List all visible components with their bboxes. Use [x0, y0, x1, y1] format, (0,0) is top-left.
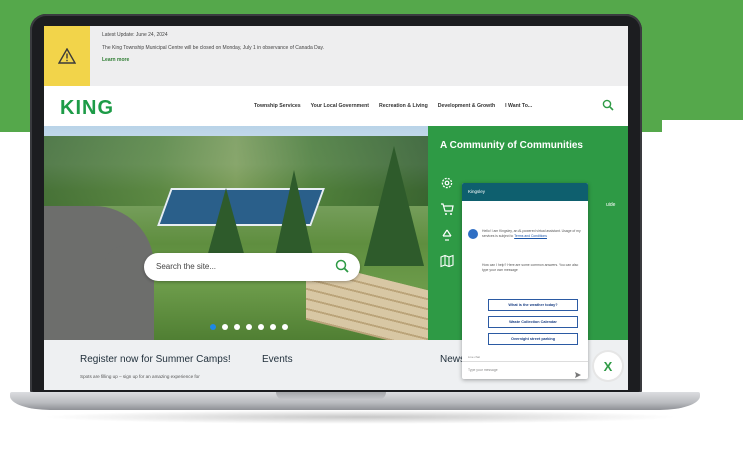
chat-intro-message: Hello! I am Kingsley, an AI-powered virt…: [482, 229, 582, 239]
site-search-button[interactable]: [334, 258, 350, 279]
events-title[interactable]: Events: [262, 354, 293, 365]
main-nav: KING Township Services Your Local Govern…: [44, 86, 628, 126]
recycle-icon[interactable]: [440, 228, 454, 242]
nav-link-township-services[interactable]: Township Services: [254, 103, 301, 109]
site-search-placeholder: Search the site...: [156, 262, 217, 271]
carousel-dot[interactable]: [282, 324, 288, 330]
carousel-dot[interactable]: [258, 324, 264, 330]
cart-icon[interactable]: [440, 202, 454, 216]
chat-input[interactable]: Type your message: [462, 361, 588, 379]
laptop-screen: Latest Update: June 24, 2024 The King To…: [44, 26, 628, 390]
alert-message: The King Township Municipal Centre will …: [102, 44, 325, 51]
carousel-dot[interactable]: [246, 324, 252, 330]
chat-powered-label: Live chat: [468, 355, 481, 359]
chat-bot-avatar: [468, 229, 478, 239]
carousel-dot[interactable]: [234, 324, 240, 330]
carousel-dot[interactable]: [210, 324, 216, 330]
search-icon: [602, 99, 614, 111]
warning-icon: [58, 48, 76, 64]
community-panel-title: A Community of Communities: [440, 140, 583, 151]
chat-close-button[interactable]: X: [594, 352, 622, 380]
site-search-box[interactable]: Search the site...: [144, 253, 360, 281]
carousel-dot[interactable]: [270, 324, 276, 330]
laptop-notch: [276, 392, 386, 400]
alert-date: Latest Update: June 24, 2024: [102, 32, 168, 38]
chat-terms-link[interactable]: Terms and Conditions: [514, 234, 547, 238]
chat-input-placeholder: Type your message: [468, 368, 498, 372]
summer-camps-title[interactable]: Register now for Summer Camps!: [80, 354, 231, 365]
hero-pine-tree: [364, 146, 424, 266]
map-icon[interactable]: [440, 254, 454, 268]
nav-links: Township Services Your Local Government …: [254, 103, 532, 109]
chat-quick-reply-waste-calendar[interactable]: Waste Collection Calendar: [488, 316, 578, 328]
search-icon: [335, 259, 349, 273]
alert-learn-more-link[interactable]: Learn more: [102, 57, 324, 64]
chat-prompt-message: How can I help? Here are some common ans…: [482, 263, 579, 272]
summer-camps-subtitle: Spots are filling up – sign up for an am…: [80, 374, 200, 379]
laptop-shadow: [40, 410, 680, 424]
chat-quick-reply-parking[interactable]: Overnight street parking: [488, 333, 578, 345]
chat-widget: Kingsley Hello! I am Kingsley, an AI-pow…: [462, 183, 588, 379]
alert-icon-box: [44, 26, 90, 86]
carousel-dots: [210, 324, 288, 330]
nav-link-development-growth[interactable]: Development & Growth: [438, 103, 495, 109]
alert-text: Latest Update: June 24, 2024 The King To…: [102, 32, 324, 64]
community-panel-side-text: uide: [606, 202, 616, 208]
nav-search-button[interactable]: [602, 98, 614, 116]
hero-path-curve: [104, 246, 144, 340]
white-background: [662, 120, 743, 400]
king-logo[interactable]: KING: [60, 97, 114, 120]
nav-link-local-government[interactable]: Your Local Government: [311, 103, 369, 109]
chat-quick-reply-weather[interactable]: What is the weather today?: [488, 299, 578, 311]
carousel-dot[interactable]: [222, 324, 228, 330]
gear-icon[interactable]: [440, 176, 454, 190]
nav-link-recreation-living[interactable]: Recreation & Living: [379, 103, 428, 109]
hero-image: Search the site...: [44, 126, 428, 340]
send-icon: [575, 372, 581, 378]
chat-send-button[interactable]: [574, 366, 582, 379]
chat-header: Kingsley: [462, 183, 588, 201]
nav-link-i-want-to[interactable]: I Want To...: [505, 103, 532, 109]
alert-banner: Latest Update: June 24, 2024 The King To…: [44, 26, 628, 86]
